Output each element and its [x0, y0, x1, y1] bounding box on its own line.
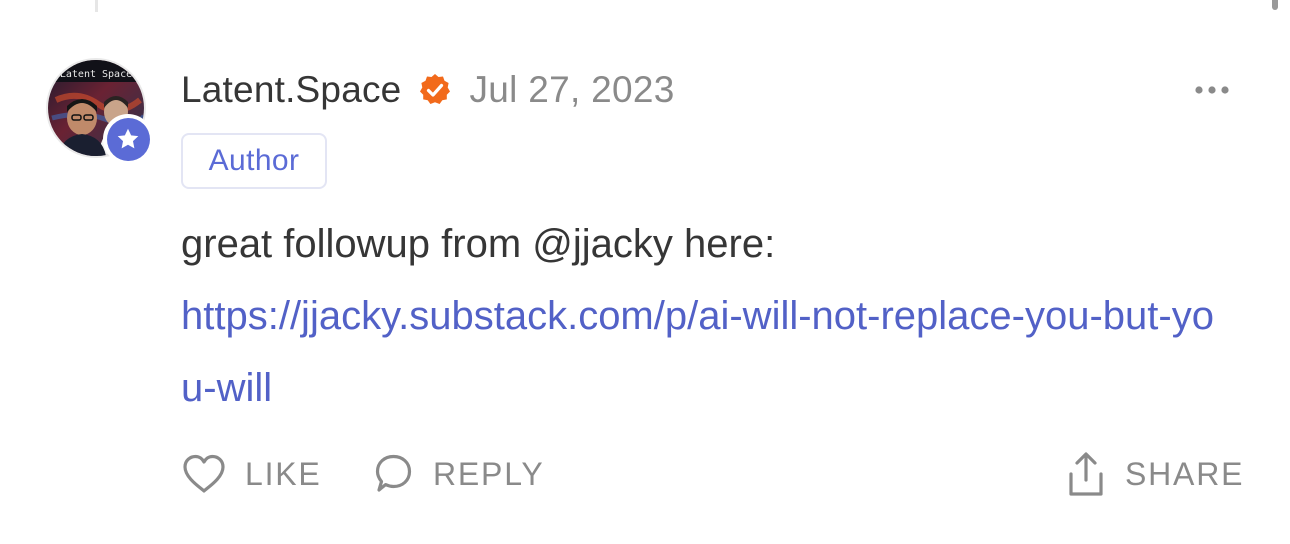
comment-header: Latent.Space Jul 27, 2023: [181, 66, 675, 114]
comment-text: great followup from @jjacky here:: [181, 222, 776, 266]
verified-check-icon: [417, 72, 453, 108]
share-label: SHARE: [1125, 455, 1245, 492]
comment-actions: LIKE REPLY SHARE: [181, 448, 1244, 500]
share-button[interactable]: SHARE: [1065, 448, 1244, 500]
thread-line: [95, 0, 98, 12]
scrollbar[interactable]: [1272, 0, 1278, 10]
post-date[interactable]: Jul 27, 2023: [469, 69, 674, 111]
avatar-logo-text: Latent Space: [60, 69, 132, 80]
reply-button[interactable]: REPLY: [371, 448, 545, 500]
comment-link[interactable]: https://jjacky.substack.com/p/ai-will-no…: [181, 294, 1214, 410]
comment-body: great followup from @jjacky here: https:…: [181, 208, 1221, 424]
heart-icon: [183, 454, 225, 493]
author-star-badge: [103, 114, 153, 164]
speech-bubble-icon: [375, 454, 412, 492]
share-upload-icon: [1069, 452, 1103, 496]
like-label: LIKE: [245, 455, 322, 492]
reply-label: REPLY: [433, 455, 545, 492]
star-icon: [117, 128, 139, 149]
more-options-button[interactable]: [1190, 78, 1234, 102]
author-role-badge: Author: [181, 133, 327, 189]
more-dots-icon: [1195, 86, 1229, 94]
like-button[interactable]: LIKE: [181, 448, 322, 500]
author-name[interactable]: Latent.Space: [181, 69, 401, 111]
